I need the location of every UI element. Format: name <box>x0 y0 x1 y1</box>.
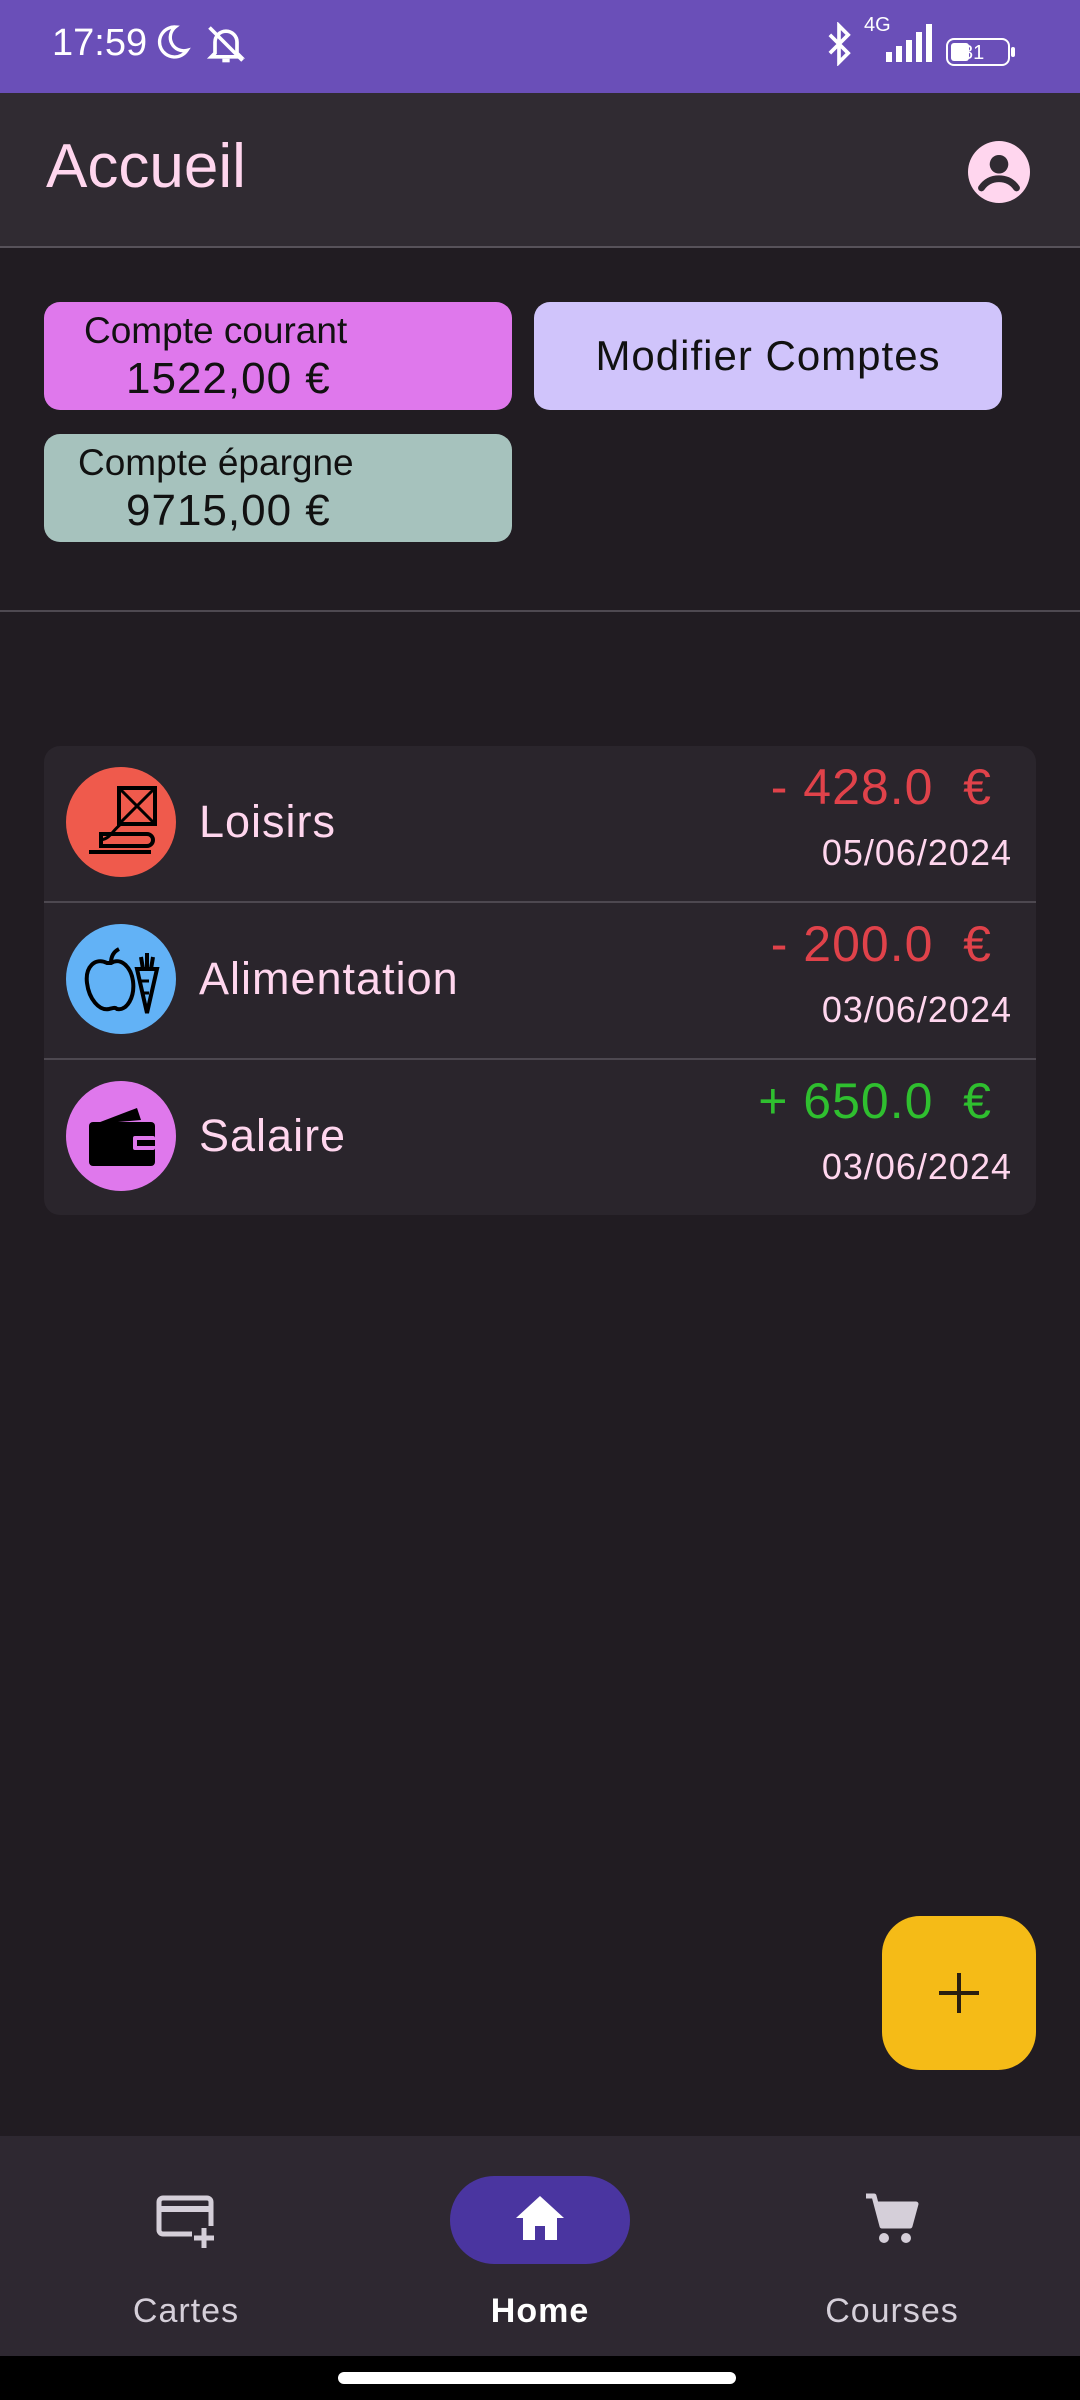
page-title: Accueil <box>46 132 246 201</box>
transaction-row[interactable]: Salaire + 650.0 € 03/06/2024 <box>44 1060 1036 1215</box>
silent-icon <box>204 22 248 71</box>
nav-indicator <box>450 2176 630 2264</box>
battery-level: 31 <box>962 42 985 64</box>
account-circle-icon <box>968 141 1030 203</box>
nav-indicator <box>96 2176 276 2264</box>
nav-indicator <box>802 2176 982 2264</box>
fruit-vegetable-icon <box>84 947 160 1014</box>
transaction-date: 03/06/2024 <box>821 1146 1012 1187</box>
category-avatar <box>66 924 176 1034</box>
transaction-label: Alimentation <box>199 953 459 1004</box>
accounts-section: Compte courant 1522,00 € Modifier Compte… <box>0 248 1080 612</box>
transaction-list: Loisirs - 428.0 € 05/06/2024 Alimentatio… <box>44 746 1036 1215</box>
home-gesture-handle[interactable] <box>338 2372 736 2384</box>
nav-item-cartes[interactable]: Cartes <box>36 2136 336 2356</box>
nav-item-home[interactable]: Home <box>390 2136 690 2356</box>
bluetooth-icon <box>822 21 856 71</box>
bottom-navigation: Cartes Home Courses <box>0 2136 1080 2356</box>
account-card-courant[interactable]: Compte courant 1522,00 € <box>44 302 512 410</box>
nav-label: Home <box>490 2292 590 2330</box>
transaction-row[interactable]: Alimentation - 200.0 € 03/06/2024 <box>44 903 1036 1060</box>
transaction-amount: - 200.0 € <box>770 916 992 972</box>
top-app-bar: Accueil <box>0 93 1080 248</box>
account-button[interactable] <box>968 141 1030 203</box>
add-card-icon <box>156 2195 218 2250</box>
transaction-date: 05/06/2024 <box>821 832 1012 873</box>
modify-accounts-button[interactable]: Modifier Comptes <box>534 302 1002 410</box>
wallet-icon <box>89 1108 155 1166</box>
account-name: Compte courant <box>84 310 348 351</box>
status-time: 17:59 <box>52 22 148 64</box>
add-transaction-button[interactable] <box>882 1916 1036 2070</box>
category-avatar <box>66 1081 176 1191</box>
account-amount: 9715,00 € <box>126 486 331 535</box>
nav-label: Courses <box>825 2292 959 2330</box>
nav-item-courses[interactable]: Courses <box>742 2136 1042 2356</box>
gesture-area <box>0 2356 1080 2400</box>
account-card-epargne[interactable]: Compte épargne 9715,00 € <box>44 434 512 542</box>
nav-label: Cartes <box>132 2292 240 2330</box>
plus-icon <box>939 1973 979 2013</box>
moon-icon <box>152 22 192 67</box>
transaction-label: Loisirs <box>199 796 337 847</box>
transaction-label: Salaire <box>199 1110 347 1161</box>
category-avatar <box>66 767 176 877</box>
kite-icon <box>89 786 157 854</box>
cart-icon <box>866 2193 919 2243</box>
signal-icon <box>884 22 936 71</box>
account-name: Compte épargne <box>78 442 354 483</box>
transaction-date: 03/06/2024 <box>821 989 1012 1030</box>
transaction-amount: + 650.0 € <box>758 1073 992 1129</box>
status-bar: 17:59 4G 31 <box>0 0 1080 93</box>
transaction-row[interactable]: Loisirs - 428.0 € 05/06/2024 <box>44 746 1036 903</box>
account-amount: 1522,00 € <box>126 354 331 403</box>
home-icon <box>516 2196 564 2240</box>
transaction-amount: - 428.0 € <box>770 759 992 815</box>
